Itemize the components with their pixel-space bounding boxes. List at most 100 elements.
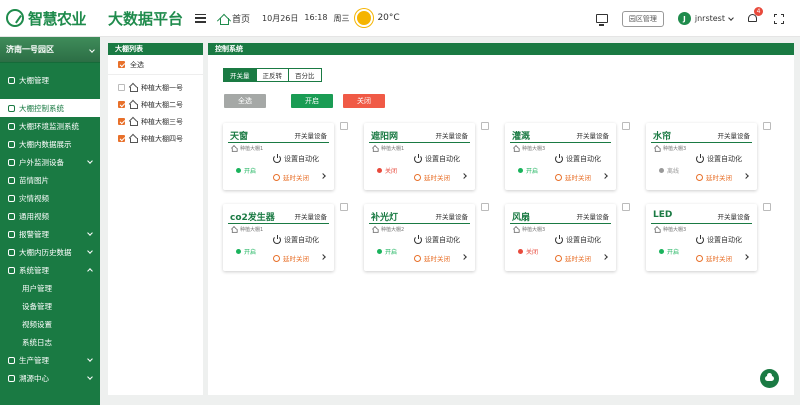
sidebar-item-6[interactable]: 灾情视频	[0, 189, 100, 207]
device-card[interactable]: 补光灯 开关量设备 种植大棚2 开启 设置自动化 延时关闭	[364, 204, 475, 271]
tab-0[interactable]: 开关量	[223, 68, 257, 82]
device-status: 开启	[659, 247, 679, 256]
auto-setting[interactable]: 设置自动化	[555, 154, 601, 164]
device-checkbox[interactable]	[481, 203, 489, 211]
brand-name: 智慧农业	[28, 9, 87, 28]
sidebar-item-15[interactable]: 生产管理	[0, 351, 100, 369]
chevron-right-icon[interactable]	[602, 254, 608, 260]
sidebar-item-0[interactable]: 大棚管理	[0, 71, 100, 89]
device-checkbox[interactable]	[622, 203, 630, 211]
device-checkbox[interactable]	[763, 203, 771, 211]
auto-setting[interactable]: 设置自动化	[273, 235, 319, 245]
auto-setting-label: 设置自动化	[707, 155, 742, 163]
device-location: 种植大棚1	[371, 145, 404, 152]
device-card[interactable]: LED 开关量设备 种植大棚3 开启 设置自动化 延时关闭	[646, 204, 757, 271]
clock-icon	[696, 254, 703, 262]
device-checkbox[interactable]	[763, 122, 771, 130]
device-card[interactable]: 遮阳网 开关量设备 种植大棚1 关闭 设置自动化 延时关闭	[364, 123, 475, 190]
sidebar-item-16[interactable]: 溯源中心	[0, 369, 100, 387]
chevron-right-icon[interactable]	[461, 254, 467, 260]
menu-toggle-icon[interactable]	[195, 13, 207, 23]
greenhouse-item[interactable]: 种植大棚三号	[108, 113, 203, 130]
device-card[interactable]: 灌溉 开关量设备 种植大棚3 开启 设置自动化 延时关闭	[505, 123, 616, 190]
sidebar-item-12[interactable]: 设备管理	[0, 297, 100, 315]
delay-close[interactable]: 延时关闭	[696, 172, 732, 182]
chevron-down-icon	[87, 248, 93, 254]
auto-setting[interactable]: 设置自动化	[273, 154, 319, 164]
sidebar-item-4[interactable]: 户外监测设备	[0, 153, 100, 171]
chevron-right-icon[interactable]	[743, 173, 749, 179]
device-card[interactable]: 风扇 开关量设备 种植大棚3 关闭 设置自动化 延时关闭	[505, 204, 616, 271]
bell-icon[interactable]: 4	[747, 7, 763, 24]
device-card[interactable]: 水帘 开关量设备 种植大棚3 离线 设置自动化 延时关闭	[646, 123, 757, 190]
greenhouse-item[interactable]: 种植大棚四号	[108, 130, 203, 147]
delay-close[interactable]: 延时关闭	[555, 253, 591, 263]
device-card[interactable]: co2发生器 开关量设备 种植大棚1 开启 设置自动化 延时关闭	[223, 204, 334, 271]
sidebar-item-9[interactable]: 大棚内历史数据	[0, 243, 100, 261]
delay-close[interactable]: 延时关闭	[414, 172, 450, 182]
device-checkbox[interactable]	[481, 122, 489, 130]
chevron-right-icon[interactable]	[461, 173, 467, 179]
monitor-icon[interactable]	[595, 14, 608, 26]
home-link[interactable]: 首页	[218, 12, 250, 25]
fullscreen-icon[interactable]	[774, 13, 784, 24]
device-type: 开关量设备	[435, 132, 469, 140]
delay-close[interactable]: 延时关闭	[696, 253, 732, 263]
sidebar-item-2[interactable]: 大棚环境监测系统	[0, 117, 100, 135]
control-panel-title: 控制系统	[208, 43, 794, 55]
park-select[interactable]: 济南一号园区	[0, 37, 100, 63]
tab-1[interactable]: 正反转	[255, 68, 289, 82]
delay-close[interactable]: 延时关闭	[414, 253, 450, 263]
delay-close[interactable]: 延时关闭	[273, 253, 309, 263]
outdoor-icon	[8, 158, 15, 166]
chevron-right-icon[interactable]	[320, 254, 326, 260]
sidebar-item-14[interactable]: 系统日志	[0, 333, 100, 351]
auto-setting[interactable]: 设置自动化	[696, 154, 742, 164]
greenhouse-checkbox[interactable]	[118, 84, 125, 91]
sidebar-item-1[interactable]: 大棚控制系统	[0, 99, 100, 117]
chevron-right-icon[interactable]	[743, 254, 749, 260]
tab-2[interactable]: 百分比	[288, 68, 322, 82]
auto-setting[interactable]: 设置自动化	[696, 235, 742, 245]
delay-close[interactable]: 延时关闭	[273, 172, 309, 182]
device-checkbox[interactable]	[340, 122, 348, 130]
device-checkbox[interactable]	[340, 203, 348, 211]
sidebar-item-8[interactable]: 报警管理	[0, 225, 100, 243]
device-location-text: 种植大棚1	[240, 227, 264, 233]
username[interactable]: jnrstest	[695, 14, 725, 23]
auto-setting[interactable]: 设置自动化	[555, 235, 601, 245]
sidebar-item-7[interactable]: 通用视频	[0, 207, 100, 225]
select-all-button[interactable]: 全选	[224, 94, 266, 108]
greenhouse-item[interactable]: 种植大棚二号	[108, 96, 203, 113]
notification-badge: 4	[754, 7, 763, 16]
sidebar-item-3[interactable]: 大棚内数据展示	[0, 135, 100, 153]
cloud-icon[interactable]	[760, 369, 779, 388]
select-all-checkbox[interactable]	[118, 61, 125, 68]
chevron-right-icon[interactable]	[602, 173, 608, 179]
greenhouse-checkbox[interactable]	[118, 118, 125, 125]
clock-icon	[273, 254, 280, 262]
avatar[interactable]: J	[677, 12, 691, 25]
select-all-greenhouses[interactable]: 全选	[108, 55, 203, 75]
park-manage-button[interactable]: 园区管理	[621, 10, 664, 27]
device-card[interactable]: 天窗 开关量设备 种植大棚1 开启 设置自动化 延时关闭	[223, 123, 334, 190]
sidebar-item-13[interactable]: 视频设置	[0, 315, 100, 333]
auto-setting[interactable]: 设置自动化	[414, 154, 460, 164]
chevron-right-icon[interactable]	[320, 173, 326, 179]
greenhouse-icon	[129, 101, 138, 109]
auto-setting[interactable]: 设置自动化	[414, 235, 460, 245]
greenhouse-checkbox[interactable]	[118, 101, 125, 108]
greenhouse-item[interactable]: 种植大棚一号	[108, 79, 203, 96]
close-button[interactable]: 关闭	[343, 94, 385, 108]
brand[interactable]: 智慧农业	[0, 0, 100, 37]
sidebar-item-11[interactable]: 用户管理	[0, 279, 100, 297]
power-icon	[414, 154, 422, 163]
device-location-text: 种植大棚3	[522, 227, 546, 233]
chevron-down-icon[interactable]	[728, 14, 734, 21]
device-checkbox[interactable]	[622, 122, 630, 130]
open-button[interactable]: 开启	[291, 94, 333, 108]
greenhouse-checkbox[interactable]	[118, 135, 125, 142]
sidebar-item-10[interactable]: 系统管理	[0, 261, 100, 279]
delay-close[interactable]: 延时关闭	[555, 172, 591, 182]
sidebar-item-5[interactable]: 苗情图片	[0, 171, 100, 189]
